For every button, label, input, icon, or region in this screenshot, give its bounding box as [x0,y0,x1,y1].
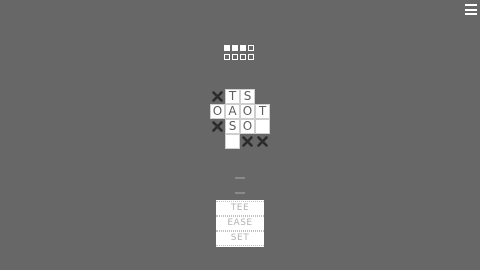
progress-square [240,54,246,60]
progress-square [224,45,230,51]
divider-dash [235,177,245,179]
board-tile[interactable]: O [240,119,255,134]
divider-dash [235,192,245,194]
board-tile[interactable] [255,119,270,134]
x-mark-icon [240,134,255,149]
word-list-item: SET [216,231,264,246]
level-progress [224,45,256,63]
progress-square [232,54,238,60]
board-tile[interactable]: A [225,104,240,119]
board-tile[interactable] [225,134,240,149]
word-list-item: EASE [216,216,264,231]
board-tile[interactable]: T [255,104,270,119]
menu-button[interactable] [465,4,477,15]
x-mark-icon [210,119,225,134]
progress-square [248,54,254,60]
word-list: TEE EASE SET [216,200,264,247]
x-mark-icon [210,89,225,104]
word-list-item: TEE [216,201,264,216]
board-tile[interactable]: T [225,89,240,104]
puzzle-board: T S O A O T S O [210,89,270,149]
progress-square [240,45,246,51]
progress-square [232,45,238,51]
progress-square [224,54,230,60]
game-screen: T S O A O T S O TEE EASE SET [0,0,480,270]
board-tile[interactable]: O [210,104,225,119]
x-mark-icon [255,134,270,149]
progress-square [248,45,254,51]
board-tile[interactable]: O [240,104,255,119]
board-tile[interactable]: S [225,119,240,134]
board-tile[interactable]: S [240,89,255,104]
